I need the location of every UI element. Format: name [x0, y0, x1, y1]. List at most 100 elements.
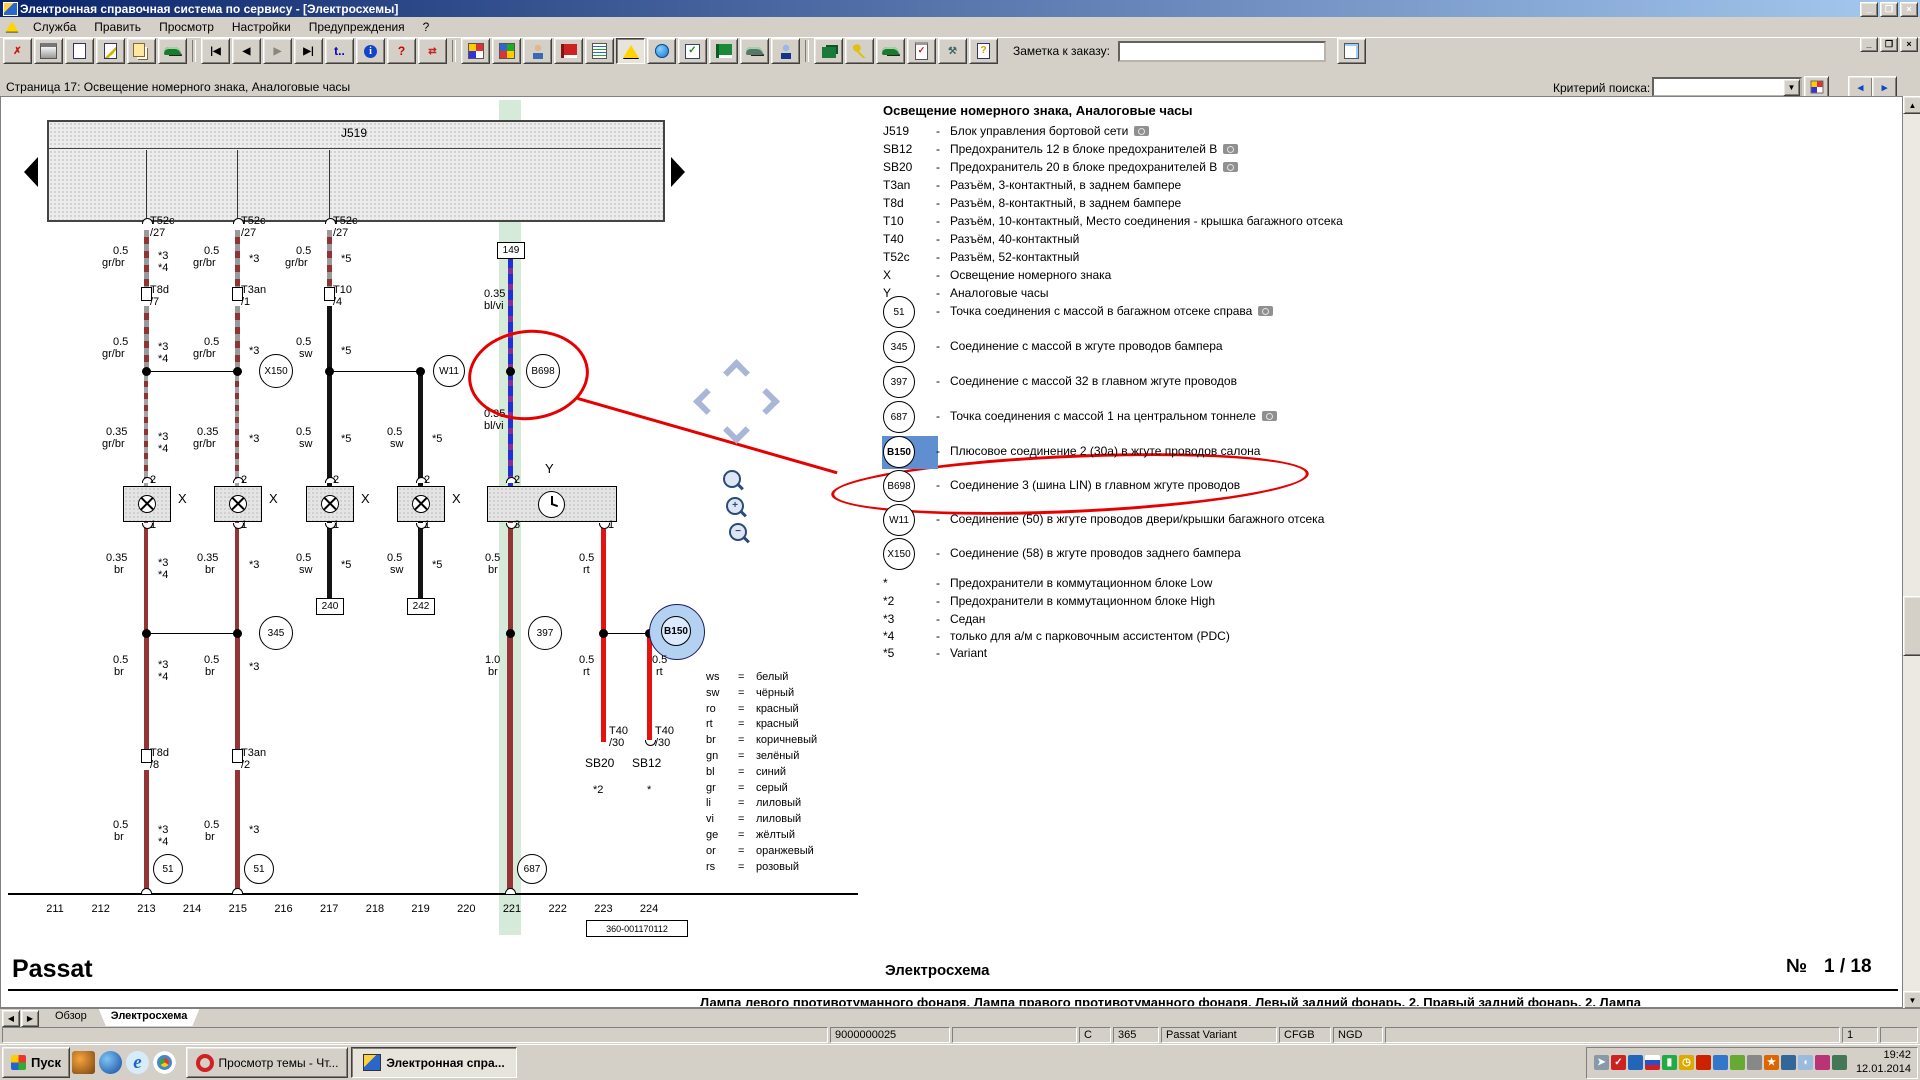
task-button-elsa[interactable]: Электронная спра...: [351, 1047, 517, 1078]
toolbar-protocol-button[interactable]: ✓: [907, 38, 936, 64]
menu-Служба[interactable]: Служба: [24, 18, 85, 36]
toolbar-doc-help-button[interactable]: ?: [969, 38, 998, 64]
toolbar-close-schematic-button[interactable]: ✗: [3, 38, 32, 64]
toolbar-edit-document-button[interactable]: [96, 38, 125, 64]
toolbar-list-view-button[interactable]: [585, 38, 614, 64]
maximize-button[interactable]: ❐: [1880, 2, 1898, 17]
toolbar-refresh-button[interactable]: ⇄: [418, 38, 447, 64]
scroll-down-button[interactable]: ▼: [1903, 991, 1920, 1009]
tab-scroll-right[interactable]: ▶: [21, 1010, 39, 1027]
tab-scroll-left[interactable]: ◀: [2, 1010, 20, 1027]
menu-?[interactable]: ?: [414, 18, 439, 36]
toolbar-checklist-button[interactable]: ✓: [678, 38, 707, 64]
toolbar-tools-button[interactable]: ⚒: [938, 38, 967, 64]
sheet-type-title: Электросхема: [885, 962, 989, 979]
minimize-button[interactable]: _: [1860, 2, 1878, 17]
zoom-lens-icon[interactable]: [723, 470, 741, 488]
order-note-input[interactable]: [1118, 41, 1326, 62]
toolbar-vehicle-button[interactable]: [158, 38, 187, 64]
manual-green-icon: [716, 44, 732, 58]
toolbar-nav-last-button[interactable]: ▶|: [294, 38, 323, 64]
status-bar: 9000000025C365Passat VariantCFGBNGD1: [0, 1026, 1920, 1044]
vertical-scrollbar[interactable]: ▲ ▼: [1902, 96, 1920, 1008]
page-next-button[interactable]: ▸: [1872, 76, 1897, 98]
tray-check-icon[interactable]: ✓: [1611, 1055, 1626, 1070]
search-execute-button[interactable]: [1804, 76, 1829, 98]
status-cell-Passat Variant: Passat Variant: [1161, 1027, 1277, 1043]
menu-bar: СлужбаПравитьПросмотрНастройкиПредупрежд…: [0, 17, 1920, 38]
tray-printer-icon[interactable]: [1747, 1055, 1762, 1070]
tray-disk-icon[interactable]: [1713, 1055, 1728, 1070]
tray-scheduler-icon[interactable]: ◷: [1679, 1055, 1694, 1070]
status-cell-10: [1880, 1027, 1918, 1043]
page-number-label: №: [1786, 956, 1807, 978]
toolbar-manual-green-button[interactable]: [709, 38, 738, 64]
tray-network-icon[interactable]: [1832, 1055, 1847, 1070]
order-note-label: Заметка к заказу:: [1013, 44, 1110, 58]
quicklaunch-icon-4[interactable]: [153, 1051, 176, 1074]
scroll-thumb[interactable]: [1903, 596, 1920, 656]
vehicle-icon: [164, 47, 181, 55]
tray-volume-icon[interactable]: ◖: [1798, 1055, 1813, 1070]
status-cell-C: C: [1079, 1027, 1111, 1043]
toolbar-help-button[interactable]: ?: [387, 38, 416, 64]
zoom-in-icon[interactable]: +: [726, 497, 744, 515]
menu-Править[interactable]: Править: [85, 18, 150, 36]
combo-dropdown-icon[interactable]: ▼: [1783, 79, 1800, 96]
zoom-out-icon[interactable]: −: [729, 523, 747, 541]
toolbar-user-button[interactable]: [771, 38, 800, 64]
close-button[interactable]: ×: [1900, 2, 1918, 17]
menu-Настройки[interactable]: Настройки: [223, 18, 300, 36]
toolbar-car-key-button[interactable]: [845, 38, 874, 64]
scroll-up-button[interactable]: ▲: [1903, 96, 1920, 114]
application-window: Электронная справочная система по сервис…: [0, 0, 1920, 1080]
clock-time: 19:42: [1856, 1049, 1911, 1063]
menu-Предупреждения[interactable]: Предупреждения: [300, 18, 414, 36]
task-button-browser[interactable]: Просмотр темы - Чт...: [186, 1047, 348, 1078]
tray-stop-icon[interactable]: [1696, 1055, 1711, 1070]
tray-globe-icon[interactable]: [1628, 1055, 1643, 1070]
tray-signal-icon[interactable]: ▮: [1662, 1055, 1677, 1070]
toolbar-vehicle-data-button[interactable]: [740, 38, 769, 64]
tray-monitor-icon[interactable]: [1781, 1055, 1796, 1070]
toolbar-nav-prev-button[interactable]: ◀: [232, 38, 261, 64]
toolbar-info-button[interactable]: i: [356, 38, 385, 64]
doc-help-icon: ?: [977, 43, 990, 59]
toolbar-customer-button[interactable]: [523, 38, 552, 64]
tray-lang-flag-icon[interactable]: [1645, 1055, 1660, 1070]
menu-Просмотр[interactable]: Просмотр: [150, 18, 223, 36]
tray-shield-icon[interactable]: [1730, 1055, 1745, 1070]
toolbar-new-document-button[interactable]: [65, 38, 94, 64]
toolbar-book-3d-button[interactable]: [814, 38, 843, 64]
toolbar-globe-button[interactable]: [647, 38, 676, 64]
quicklaunch-icon-3[interactable]: e: [126, 1051, 149, 1074]
toolbar-key-help-button[interactable]: [876, 38, 905, 64]
toolbar-order-note-button[interactable]: [1337, 38, 1366, 64]
toolbar-manual-red-button[interactable]: [554, 38, 583, 64]
print-icon: [40, 43, 57, 59]
tray-pointer-icon[interactable]: ➤: [1594, 1055, 1609, 1070]
window-title: Электронная справочная система по сервис…: [20, 2, 398, 16]
toolbar: ✗|◀◀▶▶|t..i?⇄✓✓⚒? Заметка к заказу:: [0, 37, 1920, 65]
tray-dot-icon[interactable]: [1815, 1055, 1830, 1070]
toolbar-print-button[interactable]: [34, 38, 63, 64]
toolbar-separator: [452, 40, 456, 62]
toolbar-separator: [192, 40, 196, 62]
toolbar-nav-next-button[interactable]: ▶: [263, 38, 292, 64]
quicklaunch-icon-1[interactable]: [72, 1051, 95, 1074]
toolbar-t-link-button[interactable]: t..: [325, 38, 354, 64]
quicklaunch-icon-2[interactable]: [99, 1051, 122, 1074]
page-prev-button[interactable]: ◂: [1848, 76, 1873, 98]
info-icon: i: [364, 45, 377, 58]
toolbar-warnings-button[interactable]: [616, 38, 645, 64]
toolbar-components-grid-button[interactable]: [492, 38, 521, 64]
start-button[interactable]: Пуск: [2, 1047, 70, 1078]
toolbar-copy-documents-button[interactable]: [127, 38, 156, 64]
tab-Электросхема[interactable]: Электросхема: [99, 1009, 200, 1026]
toolbar-parts-grid-button[interactable]: [461, 38, 490, 64]
toolbar-nav-first-button[interactable]: |◀: [201, 38, 230, 64]
info-bar: Страница 17: Освещение номерного знака, …: [0, 65, 1920, 96]
tray-update-icon[interactable]: ★: [1764, 1055, 1779, 1070]
search-combo[interactable]: ▼: [1652, 77, 1802, 97]
tab-Обзор[interactable]: Обзор: [43, 1009, 99, 1026]
